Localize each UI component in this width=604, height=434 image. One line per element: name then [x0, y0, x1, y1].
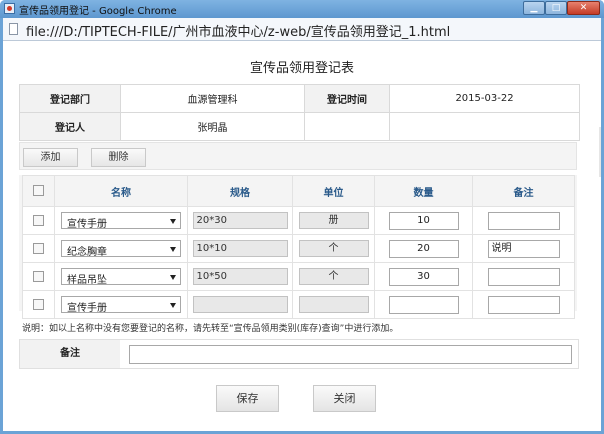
- address-bar[interactable]: file:///D:/TIPTECH-FILE/广州市血液中心/z-web/宣传…: [3, 18, 601, 41]
- spec-field: [192, 296, 288, 313]
- page-content: 宣传品领用登记表 登记部门 血源管理科 登记时间 2015-03-22 登记人 …: [3, 41, 601, 431]
- spec-field: 10*10: [192, 240, 288, 257]
- unit-field: 个: [298, 268, 369, 285]
- remarks-input[interactable]: [129, 345, 572, 364]
- row-checkbox[interactable]: [33, 242, 44, 254]
- page-title: 宣传品领用登记表: [249, 61, 354, 76]
- spec-field: 20*30: [192, 212, 288, 229]
- name-select[interactable]: 宣传手册: [61, 212, 181, 230]
- column-header-unit: 单位: [292, 175, 375, 207]
- column-header-qty: 数量: [374, 175, 473, 207]
- row-checkbox[interactable]: [33, 214, 44, 226]
- close-window-button[interactable]: ✕: [567, 1, 600, 15]
- empty-cell: [304, 112, 390, 141]
- chrome-icon: [4, 3, 15, 14]
- table-row: 宣传手册: [22, 290, 575, 319]
- dept-label: 登记部门: [19, 84, 121, 113]
- note-input[interactable]: 说明: [487, 239, 560, 258]
- select-all-header[interactable]: [22, 175, 55, 207]
- note-input[interactable]: [487, 295, 560, 314]
- remarks-row: 备注: [19, 339, 579, 369]
- window-title: 宣传品领用登记 - Google Chrome: [19, 6, 177, 17]
- url-text[interactable]: file:///D:/TIPTECH-FILE/广州市血液中心/z-web/宣传…: [26, 21, 450, 40]
- add-button[interactable]: 添加: [23, 148, 78, 167]
- scrollbar[interactable]: [599, 127, 601, 177]
- name-select[interactable]: 纪念胸章: [61, 240, 181, 258]
- save-button[interactable]: 保存: [216, 385, 279, 412]
- table-row: 纪念胸章 10*10 个 20 说明: [22, 234, 575, 263]
- note-input[interactable]: [487, 267, 560, 286]
- unit-field: 册: [298, 212, 369, 229]
- row-checkbox[interactable]: [33, 270, 44, 282]
- close-button[interactable]: 关闭: [313, 385, 376, 412]
- items-grid: 名称 规格 单位 数量 备注 宣传手册 20*30 册 10 纪念胸章 10*1…: [22, 175, 575, 319]
- table-row: 样品吊坠 10*50 个 30: [22, 262, 575, 291]
- time-label: 登记时间: [304, 84, 390, 113]
- select-all-checkbox[interactable]: [33, 185, 44, 197]
- maximize-button[interactable]: □: [545, 1, 567, 15]
- dropdown-arrow-icon: [170, 219, 176, 224]
- qty-input[interactable]: 10: [388, 211, 459, 230]
- column-header-note: 备注: [472, 175, 575, 207]
- browser-window: 宣传品领用登记 - Google Chrome ▁ □ ✕ file:///D:…: [0, 0, 604, 434]
- grid-header-row: 名称 规格 单位 数量 备注: [22, 175, 575, 207]
- column-header-spec: 规格: [187, 175, 293, 207]
- name-select[interactable]: 宣传手册: [61, 296, 181, 314]
- title-bar: 宣传品领用登记 - Google Chrome ▁ □ ✕: [0, 0, 604, 18]
- dropdown-arrow-icon: [170, 247, 176, 252]
- qty-input[interactable]: 20: [388, 239, 459, 258]
- qty-input[interactable]: [388, 295, 459, 314]
- row-checkbox[interactable]: [33, 298, 44, 310]
- info-table: 登记部门 血源管理科 登记时间 2015-03-22 登记人 张明晶: [19, 84, 580, 141]
- table-row: 宣传手册 20*30 册 10: [22, 206, 575, 235]
- dropdown-arrow-icon: [170, 275, 176, 280]
- dropdown-arrow-icon: [170, 303, 176, 308]
- name-select-value: 纪念胸章: [67, 247, 107, 258]
- items-grid-container: 名称 规格 单位 数量 备注 宣传手册 20*30 册 10 纪念胸章 10*1…: [19, 175, 577, 319]
- delete-button[interactable]: 删除: [91, 148, 146, 167]
- page-icon: [9, 23, 18, 35]
- qty-input[interactable]: 30: [388, 267, 459, 286]
- remarks-label: 备注: [20, 340, 120, 368]
- column-header-name: 名称: [54, 175, 188, 207]
- name-select[interactable]: 样品吊坠: [61, 268, 181, 286]
- time-value: 2015-03-22: [389, 84, 580, 113]
- person-value: 张明晶: [120, 112, 305, 141]
- hint-text: 说明：如以上名称中没有您要登记的名称，请先转至“宣传品领用类别(库存)查询”中进…: [22, 324, 399, 334]
- name-select-value: 样品吊坠: [67, 275, 107, 286]
- name-select-value: 宣传手册: [67, 303, 107, 314]
- minimize-button[interactable]: ▁: [523, 1, 545, 15]
- grid-toolbar: 添加 删除: [19, 142, 577, 170]
- person-label: 登记人: [19, 112, 121, 141]
- dept-value: 血源管理科: [120, 84, 305, 113]
- unit-field: [298, 296, 369, 313]
- unit-field: 个: [298, 240, 369, 257]
- note-input[interactable]: [487, 211, 560, 230]
- empty-cell: [389, 112, 580, 141]
- spec-field: 10*50: [192, 268, 288, 285]
- name-select-value: 宣传手册: [67, 219, 107, 230]
